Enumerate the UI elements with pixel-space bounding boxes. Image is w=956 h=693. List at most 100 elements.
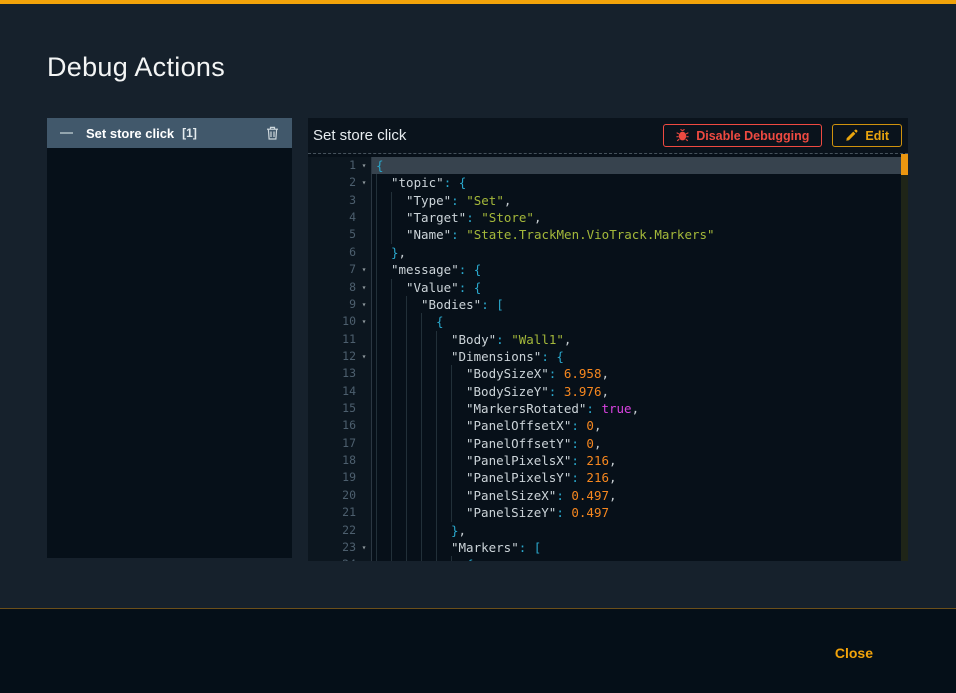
code-line-6[interactable]: 6}, — [308, 244, 908, 261]
fold-arrow-icon[interactable]: ▾ — [357, 556, 371, 561]
code-line-10[interactable]: 10▾{ — [308, 313, 908, 330]
code-token-punctuation: : — [444, 174, 459, 191]
code-line-3[interactable]: 3"Type": "Set", — [308, 192, 908, 209]
collapse-dash-icon[interactable] — [60, 132, 73, 134]
indent-guide — [391, 348, 406, 365]
line-number: 11 — [308, 331, 357, 348]
indent-guide — [376, 435, 391, 452]
fold-arrow-icon[interactable]: ▾ — [357, 157, 371, 174]
indent-guide — [391, 469, 406, 486]
code-line-content: { — [372, 556, 908, 561]
code-line-19[interactable]: 19"PanelPixelsY": 216, — [308, 469, 908, 486]
code-line-17[interactable]: 17"PanelOffsetY": 0, — [308, 435, 908, 452]
line-number: 8 — [308, 279, 357, 296]
edit-label: Edit — [865, 129, 889, 143]
json-code-editor[interactable]: 1▾{2▾"topic": {3"Type": "Set",4"Target":… — [308, 154, 908, 561]
code-token-plain: , — [564, 331, 572, 348]
indent-guide — [391, 296, 406, 313]
code-line-content: "Value": { — [372, 279, 908, 296]
disable-debugging-button[interactable]: Disable Debugging — [663, 124, 822, 147]
gutter-cell: 5 — [308, 226, 372, 243]
fold-arrow-icon[interactable]: ▾ — [357, 313, 371, 330]
indent-guide — [421, 435, 436, 452]
indent-guide — [436, 383, 451, 400]
code-line-8[interactable]: 8▾"Value": { — [308, 279, 908, 296]
code-line-12[interactable]: 12▾"Dimensions": { — [308, 348, 908, 365]
line-number: 23 — [308, 539, 357, 556]
fold-arrow-icon[interactable]: ▾ — [357, 279, 371, 296]
indent-guide — [406, 522, 421, 539]
fold-arrow-icon[interactable]: ▾ — [357, 296, 371, 313]
code-token-punctuation: : — [451, 192, 466, 209]
code-line-16[interactable]: 16"PanelOffsetX": 0, — [308, 417, 908, 434]
code-line-21[interactable]: 21"PanelSizeY": 0.497 — [308, 504, 908, 521]
code-line-content: { — [372, 157, 908, 174]
gutter-cell: 10▾ — [308, 313, 372, 330]
gutter-cell: 12▾ — [308, 348, 372, 365]
code-line-1[interactable]: 1▾{ — [308, 157, 908, 174]
indent-guide — [406, 296, 421, 313]
indent-guide — [406, 331, 421, 348]
code-line-22[interactable]: 22}, — [308, 522, 908, 539]
indent-guide — [436, 331, 451, 348]
indent-guide — [406, 556, 421, 561]
indent-guide — [421, 487, 436, 504]
code-token-plain: , — [399, 244, 407, 261]
code-line-4[interactable]: 4"Target": "Store", — [308, 209, 908, 226]
indent-guide — [421, 469, 436, 486]
code-line-11[interactable]: 11"Body": "Wall1", — [308, 331, 908, 348]
code-line-23[interactable]: 23▾"Markers": [ — [308, 539, 908, 556]
indent-guide — [376, 331, 391, 348]
indent-guide — [391, 192, 406, 209]
indent-guide — [421, 556, 436, 561]
code-token-punctuation: { — [376, 157, 384, 174]
gutter-cell: 8▾ — [308, 279, 372, 296]
code-line-9[interactable]: 9▾"Bodies": [ — [308, 296, 908, 313]
indent-guide — [391, 417, 406, 434]
indent-guide — [436, 365, 451, 382]
indent-guide — [391, 452, 406, 469]
sidebar-item-set-store-click[interactable]: Set store click [1] — [47, 118, 292, 148]
code-token-punctuation: : — [571, 452, 586, 469]
code-line-20[interactable]: 20"PanelSizeX": 0.497, — [308, 487, 908, 504]
gutter-cell: 11 — [308, 331, 372, 348]
fold-arrow-icon[interactable]: ▾ — [357, 174, 371, 191]
fold-arrow-icon[interactable]: ▾ — [357, 261, 371, 278]
delete-action-button[interactable] — [266, 126, 279, 140]
code-line-14[interactable]: 14"BodySizeY": 3.976, — [308, 383, 908, 400]
gutter-cell: 2▾ — [308, 174, 372, 191]
code-line-18[interactable]: 18"PanelPixelsX": 216, — [308, 452, 908, 469]
code-token-key: "BodySizeX" — [466, 365, 549, 382]
fold-arrow-icon[interactable]: ▾ — [357, 348, 371, 365]
code-line-7[interactable]: 7▾"message": { — [308, 261, 908, 278]
indent-guide — [436, 487, 451, 504]
code-line-24[interactable]: 24▾{ — [308, 556, 908, 561]
code-token-plain: , — [609, 452, 617, 469]
line-number: 12 — [308, 348, 357, 365]
code-line-content: "Bodies": [ — [372, 296, 908, 313]
code-token-punctuation: { — [459, 174, 467, 191]
line-number: 10 — [308, 313, 357, 330]
indent-guide — [451, 400, 466, 417]
edit-button[interactable]: Edit — [832, 124, 902, 147]
indent-guide — [391, 365, 406, 382]
code-line-content: "PanelOffsetX": 0, — [372, 417, 908, 434]
editor-scrollbar-track[interactable] — [901, 154, 908, 561]
gutter-cell: 18 — [308, 452, 372, 469]
code-token-punctuation: : — [571, 435, 586, 452]
line-number: 7 — [308, 261, 357, 278]
code-line-2[interactable]: 2▾"topic": { — [308, 174, 908, 191]
code-line-13[interactable]: 13"BodySizeX": 6.958, — [308, 365, 908, 382]
code-line-15[interactable]: 15"MarkersRotated": true, — [308, 400, 908, 417]
code-token-key: "message" — [391, 261, 459, 278]
indent-guide — [451, 452, 466, 469]
indent-guide — [376, 383, 391, 400]
fold-arrow-icon[interactable]: ▾ — [357, 539, 371, 556]
code-line-5[interactable]: 5"Name": "State.TrackMen.VioTrack.Marker… — [308, 226, 908, 243]
indent-guide — [436, 556, 451, 561]
code-token-key: "PanelSizeX" — [466, 487, 556, 504]
code-line-content: "BodySizeY": 3.976, — [372, 383, 908, 400]
code-token-string: "Store" — [481, 209, 534, 226]
editor-scrollbar-thumb[interactable] — [901, 154, 908, 175]
close-button[interactable]: Close — [835, 645, 873, 661]
